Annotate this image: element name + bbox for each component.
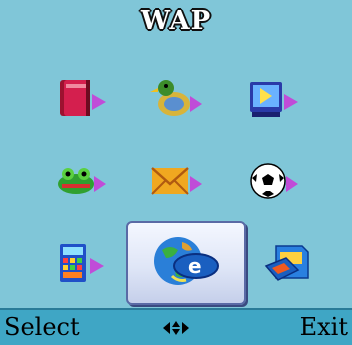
- globe-icon: e: [154, 237, 219, 285]
- memory-card-icon: [264, 245, 309, 281]
- menu-item-book[interactable]: [32, 62, 128, 136]
- menu-grid: WAP e: [0, 0, 352, 308]
- envelope-icon: [151, 167, 202, 195]
- book-icon: [60, 80, 106, 116]
- menu-item-video[interactable]: [224, 62, 320, 136]
- menu-item-frog[interactable]: [32, 144, 128, 218]
- menu-item-wap[interactable]: e: [126, 221, 246, 305]
- exit-softkey[interactable]: Exit: [300, 313, 348, 341]
- menu-item-messages[interactable]: [128, 144, 224, 218]
- screen-title: WAP: [140, 6, 212, 36]
- frog-icon: [58, 168, 106, 194]
- menu-item-memory-card[interactable]: [240, 226, 336, 300]
- phone-screen: WAP e Select Exit: [0, 0, 352, 345]
- menu-item-bird[interactable]: [128, 62, 224, 136]
- svg-text:e: e: [188, 254, 202, 278]
- video-icon: [250, 82, 298, 117]
- navigation-arrows-icon: [163, 321, 189, 335]
- menu-item-calculator[interactable]: [32, 226, 128, 300]
- menu-item-games[interactable]: [224, 144, 320, 218]
- calculator-icon: [60, 244, 104, 282]
- bird-icon: [150, 80, 202, 116]
- soccer-ball-icon: [250, 163, 298, 199]
- select-softkey[interactable]: Select: [4, 313, 80, 341]
- softkey-bar: Select Exit: [0, 308, 352, 345]
